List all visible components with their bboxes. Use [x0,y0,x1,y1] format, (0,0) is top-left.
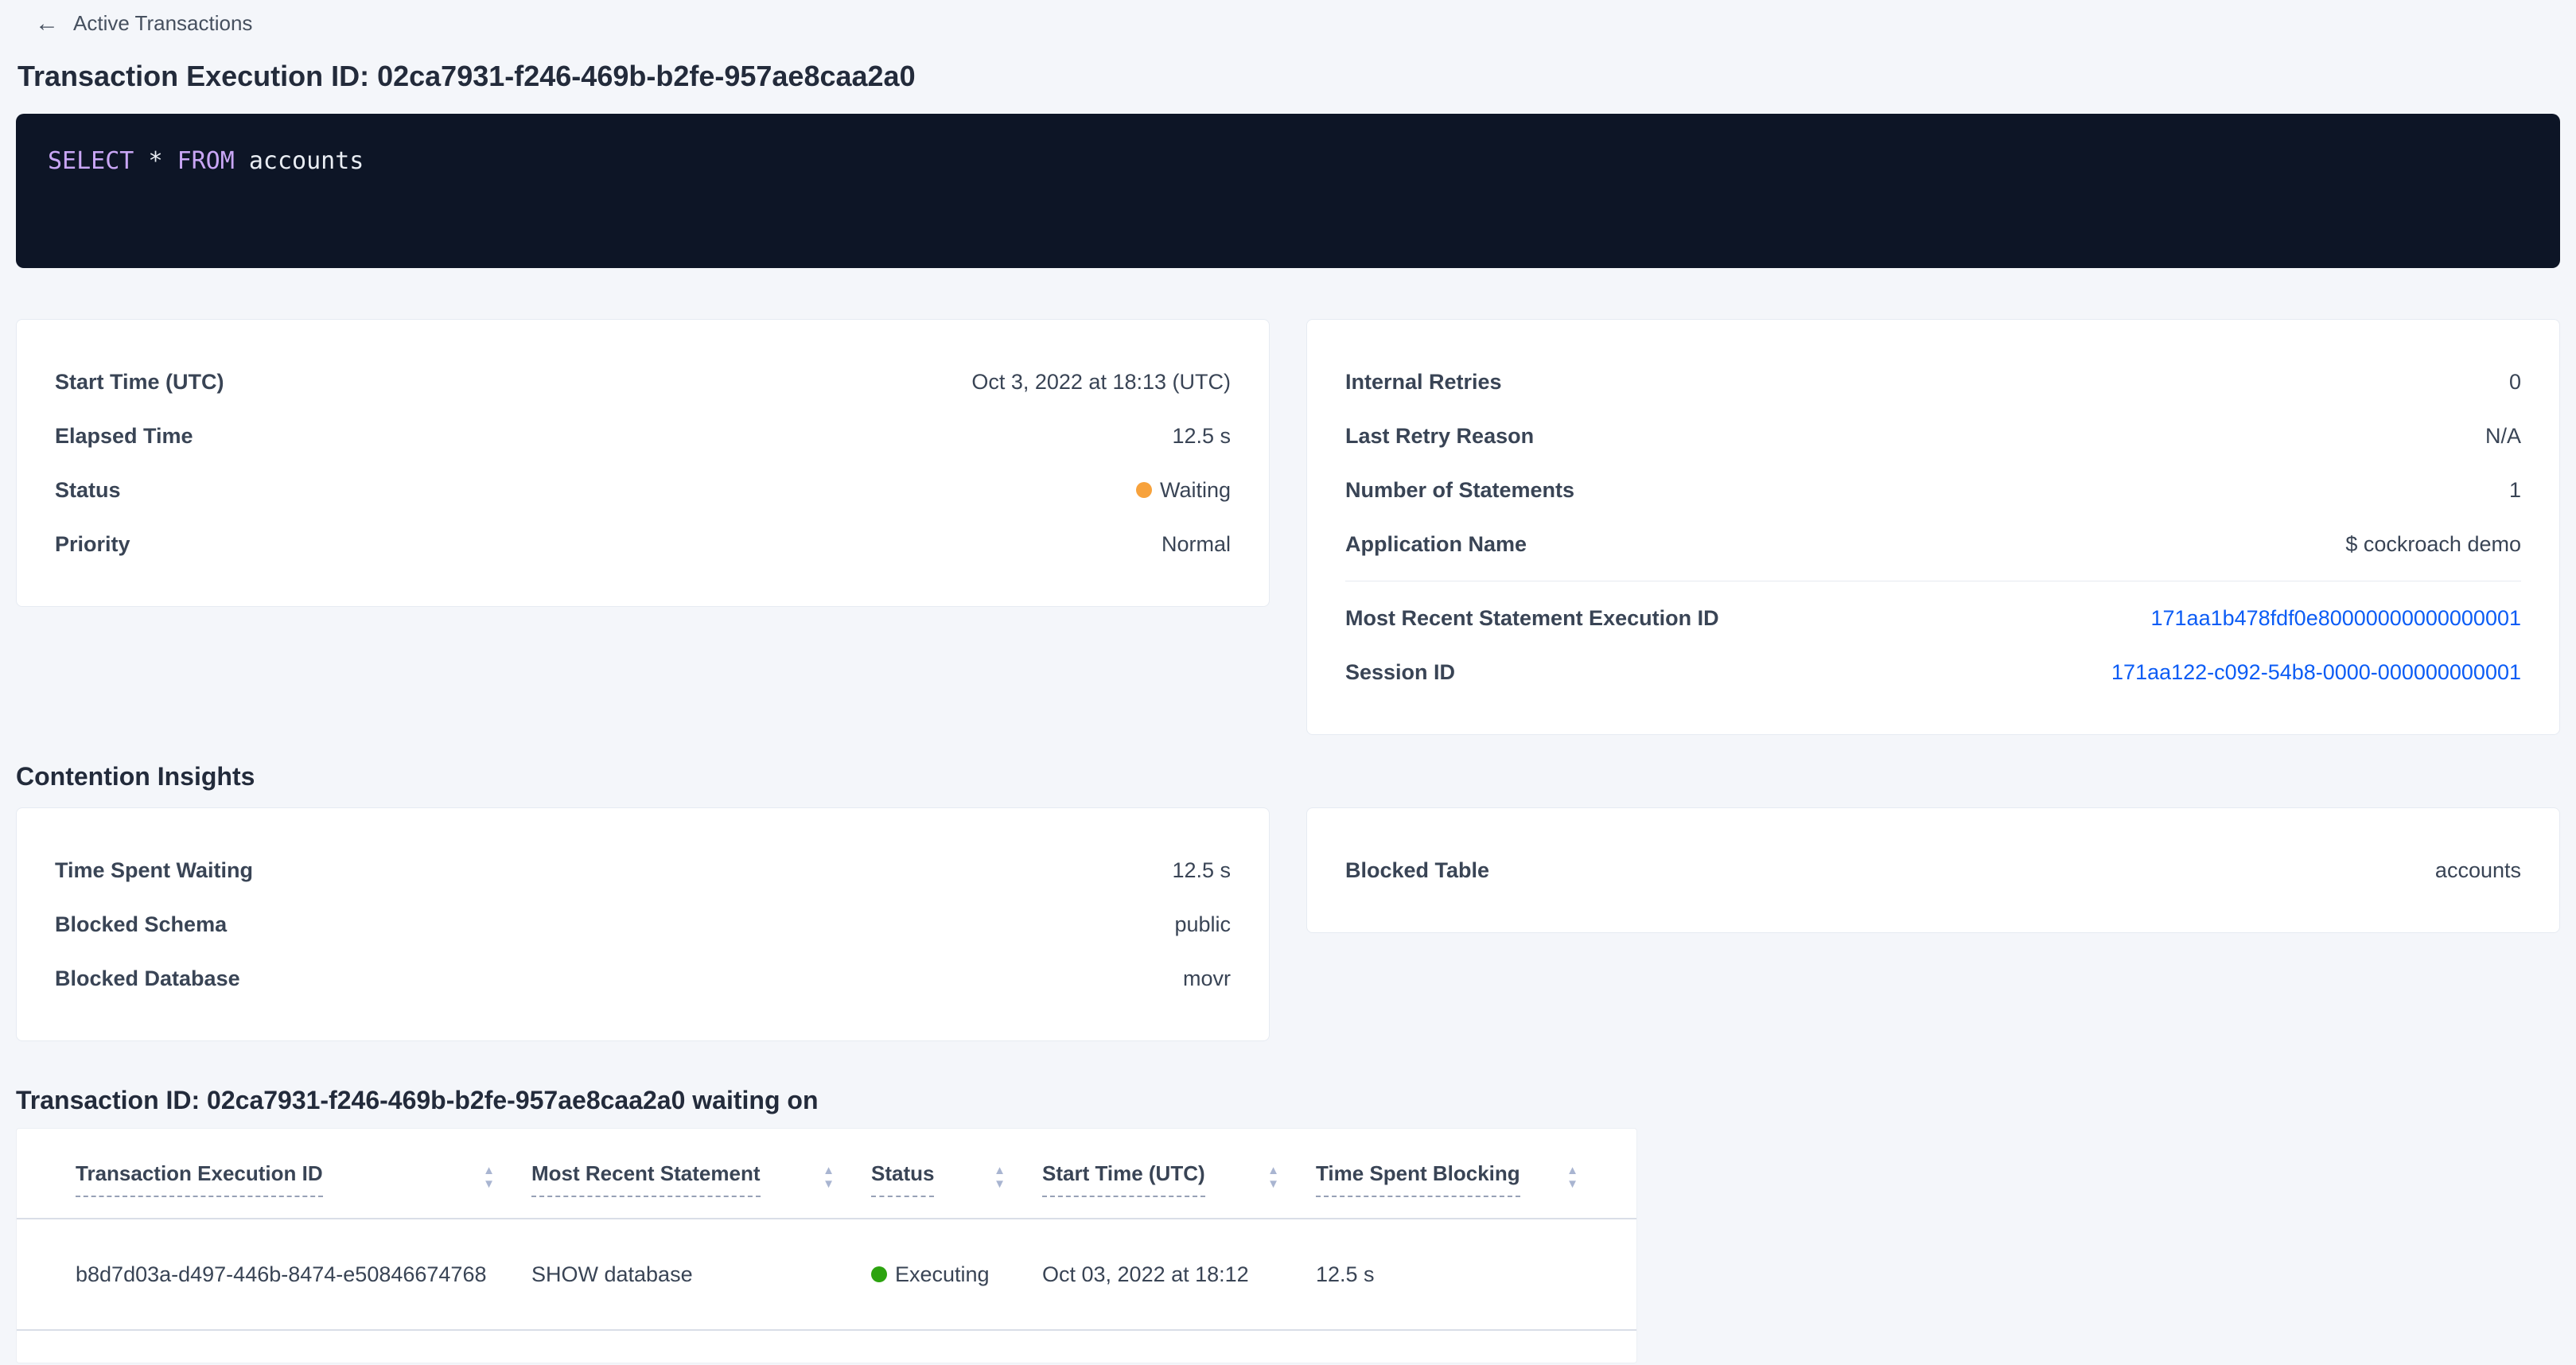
number-of-statements-row: Number of Statements 1 [1345,463,2521,517]
internal-retries-value: 0 [2509,368,2521,395]
internal-retries-row: Internal Retries 0 [1345,355,2521,409]
sort-icon[interactable]: ▲ ▼ [994,1165,1006,1190]
cell-start-time: Oct 03, 2022 at 18:12 [1042,1262,1316,1287]
start-time-label: Start Time (UTC) [55,368,256,395]
sort-desc-icon: ▼ [1566,1179,1578,1190]
sql-table-name: accounts [249,147,364,175]
sql-keyword-select: SELECT [48,147,134,175]
page-title: Transaction Execution ID: 02ca7931-f246-… [18,60,2560,93]
last-retry-reason-value: N/A [2485,422,2521,449]
column-header-most-recent-statement[interactable]: Most Recent Statement ▲ ▼ [531,1161,871,1197]
sort-icon[interactable]: ▲ ▼ [823,1165,835,1190]
status-text: Executing [895,1262,990,1287]
sort-desc-icon: ▼ [823,1179,835,1190]
active-transaction-details-page: ← Active Transactions Transaction Execut… [0,0,2576,1363]
blocked-table-row: Blocked Table accounts [1345,843,2521,897]
statement-execution-id-row: Most Recent Statement Execution ID 171aa… [1345,591,2521,645]
waiting-on-table-header: Transaction Execution ID ▲ ▼ Most Recent… [17,1161,1636,1219]
start-time-value: Oct 3, 2022 at 18:13 (UTC) [971,368,1231,395]
statement-execution-id-link[interactable]: 171aa1b478fdf0e80000000000000001 [2151,605,2522,632]
column-header-transaction-execution-id[interactable]: Transaction Execution ID ▲ ▼ [76,1161,531,1197]
sort-icon[interactable]: ▲ ▼ [1566,1165,1578,1190]
column-label: Most Recent Statement [531,1161,761,1197]
blocked-database-row: Blocked Database movr [55,951,1231,1005]
time-spent-waiting-row: Time Spent Waiting 12.5 s [55,843,1231,897]
column-header-status[interactable]: Status ▲ ▼ [871,1161,1042,1197]
column-header-time-spent-blocking[interactable]: Time Spent Blocking ▲ ▼ [1316,1161,1578,1197]
status-label: Status [55,476,153,504]
sort-asc-icon: ▲ [994,1165,1006,1176]
contention-insights-heading: Contention Insights [16,762,2560,791]
waiting-status-dot-icon [1136,482,1152,498]
blocked-schema-value: public [1174,911,1231,938]
session-id-link[interactable]: 171aa122-c092-54b8-0000-000000000001 [2111,659,2521,686]
column-label: Time Spent Blocking [1316,1161,1520,1197]
transaction-details-card-left: Start Time (UTC) Oct 3, 2022 at 18:13 (U… [16,319,1270,607]
table-row: b8d7d03a-d497-446b-8474-e50846674768 SHO… [17,1219,1636,1331]
last-retry-reason-row: Last Retry Reason N/A [1345,409,2521,463]
breadcrumb-label: Active Transactions [73,11,252,36]
blocked-schema-label: Blocked Schema [55,911,259,938]
column-label: Start Time (UTC) [1042,1161,1205,1197]
sort-icon[interactable]: ▲ ▼ [483,1165,495,1190]
sort-icon[interactable]: ▲ ▼ [1267,1165,1279,1190]
contention-card-right: Blocked Table accounts [1306,807,2560,933]
statement-execution-id-label: Most Recent Statement Execution ID [1345,605,1751,632]
cell-status: Executing [871,1262,1042,1287]
application-name-label: Application Name [1345,531,1558,558]
session-id-row: Session ID 171aa122-c092-54b8-0000-00000… [1345,645,2521,699]
last-retry-reason-label: Last Retry Reason [1345,422,1566,449]
status-row: Status Waiting [55,463,1231,517]
time-spent-waiting-value: 12.5 s [1172,857,1231,884]
sql-statement-box: SELECT * FROM accounts [16,114,2560,268]
back-arrow-icon: ← [35,12,59,36]
elapsed-time-label: Elapsed Time [55,422,225,449]
elapsed-time-row: Elapsed Time 12.5 s [55,409,1231,463]
cell-time-spent-blocking: 12.5 s [1316,1262,1578,1287]
transaction-details-card-right: Internal Retries 0 Last Retry Reason N/A… [1306,319,2560,735]
time-spent-waiting-label: Time Spent Waiting [55,857,285,884]
executing-status-dot-icon [871,1266,887,1282]
column-label: Transaction Execution ID [76,1161,323,1197]
application-name-value: $ cockroach demo [2345,531,2521,558]
cell-most-recent-statement: SHOW database [531,1262,871,1287]
elapsed-time-value: 12.5 s [1172,422,1231,449]
internal-retries-label: Internal Retries [1345,368,1534,395]
column-header-start-time[interactable]: Start Time (UTC) ▲ ▼ [1042,1161,1316,1197]
session-id-label: Session ID [1345,659,1487,686]
blocked-database-value: movr [1183,965,1231,992]
start-time-row: Start Time (UTC) Oct 3, 2022 at 18:13 (U… [55,355,1231,409]
blocked-database-label: Blocked Database [55,965,272,992]
sort-asc-icon: ▲ [823,1165,835,1176]
status-value: Waiting [1136,476,1231,504]
sort-desc-icon: ▼ [1267,1179,1279,1190]
sort-asc-icon: ▲ [1566,1165,1578,1176]
contention-insights-section: Time Spent Waiting 12.5 s Blocked Schema… [16,807,2560,1041]
blocked-schema-row: Blocked Schema public [55,897,1231,951]
blocked-table-value: accounts [2435,857,2521,884]
status-text: Waiting [1160,476,1231,504]
column-label: Status [871,1161,934,1197]
sort-asc-icon: ▲ [483,1165,495,1176]
contention-card-left: Time Spent Waiting 12.5 s Blocked Schema… [16,807,1270,1041]
waiting-on-table: Transaction Execution ID ▲ ▼ Most Recent… [16,1128,1637,1363]
cell-transaction-execution-id: b8d7d03a-d497-446b-8474-e50846674768 [76,1262,531,1287]
sort-asc-icon: ▲ [1267,1165,1279,1176]
sql-keyword-from: FROM [177,147,235,175]
priority-label: Priority [55,531,162,558]
priority-value: Normal [1162,531,1231,558]
sort-desc-icon: ▼ [994,1179,1006,1190]
transaction-overview-section: Start Time (UTC) Oct 3, 2022 at 18:13 (U… [16,319,2560,735]
waiting-on-heading: Transaction ID: 02ca7931-f246-469b-b2fe-… [16,1086,2560,1115]
back-link-active-transactions[interactable]: ← Active Transactions [16,11,252,36]
number-of-statements-value: 1 [2509,476,2521,504]
sql-star: * [148,147,162,175]
sort-desc-icon: ▼ [483,1179,495,1190]
number-of-statements-label: Number of Statements [1345,476,1606,504]
priority-row: Priority Normal [55,517,1231,571]
blocked-table-label: Blocked Table [1345,857,1521,884]
application-name-row: Application Name $ cockroach demo [1345,517,2521,571]
